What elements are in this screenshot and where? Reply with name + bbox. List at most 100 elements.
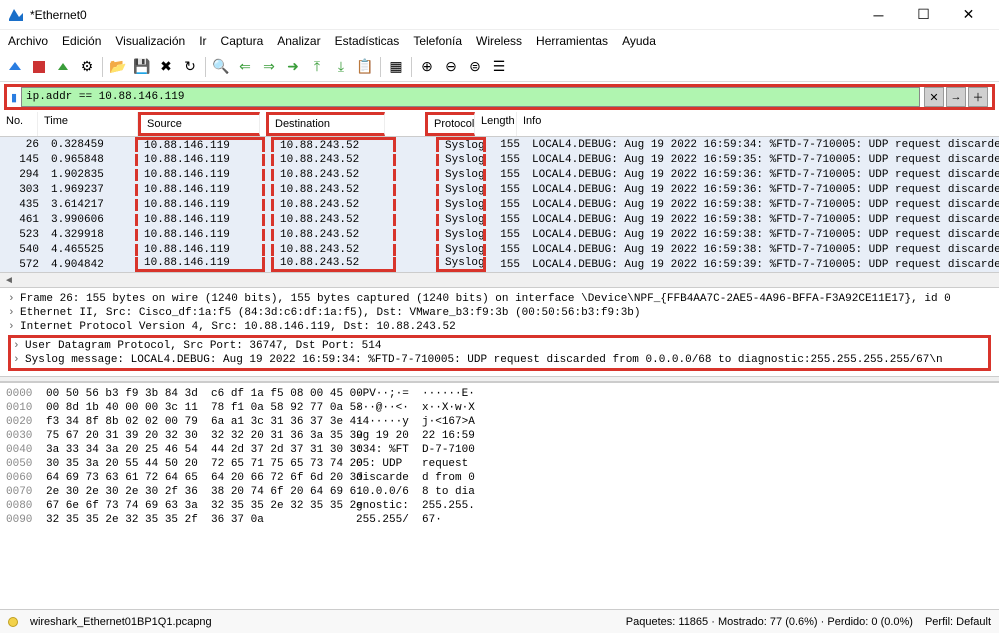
display-filter-input[interactable]	[21, 87, 920, 107]
status-bar: wireshark_Ethernet01BP1Q1.pcapng Paquete…	[0, 609, 999, 633]
packet-row[interactable]: 3031.96923710.88.146.11910.88.243.52Sysl…	[0, 182, 999, 197]
filter-clear-button[interactable]: ✕	[924, 87, 944, 107]
hex-row[interactable]: 000000 50 56 b3 f9 3b 84 3d c6 df 1a f5 …	[6, 387, 993, 401]
packet-bytes-pane[interactable]: 000000 50 56 b3 f9 3b 84 3d c6 df 1a f5 …	[0, 382, 999, 609]
menu-estadisticas[interactable]: Estadísticas	[335, 34, 400, 48]
cell-protocol: Syslog	[436, 184, 486, 196]
filter-apply-button[interactable]: →	[946, 87, 966, 107]
packet-row[interactable]: 5404.46552510.88.146.11910.88.243.52Sysl…	[0, 242, 999, 257]
go-last-icon[interactable]: ⤓	[330, 56, 352, 78]
packet-list[interactable]: 260.32845910.88.146.11910.88.243.52Syslo…	[0, 137, 999, 272]
go-first-icon[interactable]: ⤒	[306, 56, 328, 78]
packet-row[interactable]: 1450.96584810.88.146.11910.88.243.52Sysl…	[0, 152, 999, 167]
zoom-reset-icon[interactable]: ⊜	[464, 56, 486, 78]
packet-row[interactable]: 5724.90484210.88.146.11910.88.243.52Sysl…	[0, 257, 999, 272]
col-source[interactable]: Source	[138, 112, 260, 136]
find-packet-icon[interactable]: 🔍	[210, 56, 232, 78]
hex-row[interactable]: 0020f3 34 8f 8b 02 02 00 79 6a a1 3c 31 …	[6, 415, 993, 429]
cell-no: 145	[0, 154, 45, 166]
open-file-icon[interactable]: 📂	[107, 56, 129, 78]
hex-row[interactable]: 001000 8d 1b 40 00 00 3c 11 78 f1 0a 58 …	[6, 401, 993, 415]
save-file-icon[interactable]: 💾	[131, 56, 153, 78]
hex-row[interactable]: 003075 67 20 31 39 20 32 30 32 32 20 31 …	[6, 429, 993, 443]
cell-destination: 10.88.243.52	[271, 199, 396, 211]
capture-options-icon[interactable]: ⚙	[76, 56, 98, 78]
packet-row[interactable]: 260.32845910.88.146.11910.88.243.52Syslo…	[0, 137, 999, 152]
hscrollbar[interactable]: ◄►	[0, 272, 999, 288]
colorize-icon[interactable]: ▦	[385, 56, 407, 78]
cell-destination: 10.88.243.52	[271, 154, 396, 166]
packet-details-pane[interactable]: ›Frame 26: 155 bytes on wire (1240 bits)…	[0, 288, 999, 376]
start-capture-icon[interactable]	[4, 56, 26, 78]
col-destination[interactable]: Destination	[266, 112, 385, 136]
auto-scroll-icon[interactable]: 📋	[354, 56, 376, 78]
detail-frame: ›Frame 26: 155 bytes on wire (1240 bits)…	[8, 292, 991, 306]
cell-info: LOCAL4.DEBUG: Aug 19 2022 16:59:38: %FTD…	[526, 244, 999, 256]
menu-ayuda[interactable]: Ayuda	[622, 34, 656, 48]
title-bar: *Ethernet0 ─ ☐ ✕	[0, 0, 999, 30]
resize-columns-icon[interactable]: ☰	[488, 56, 510, 78]
col-info[interactable]: Info	[517, 112, 999, 136]
cell-info: LOCAL4.DEBUG: Aug 19 2022 16:59:36: %FTD…	[526, 169, 999, 181]
filter-add-button[interactable]: ＋	[968, 87, 988, 107]
cell-length: 155	[486, 184, 526, 196]
go-back-icon[interactable]: ⇐	[234, 56, 256, 78]
hex-row[interactable]: 009032 35 35 2e 32 35 35 2f 36 37 0a 255…	[6, 513, 993, 527]
packet-row[interactable]: 4353.61421710.88.146.11910.88.243.52Sysl…	[0, 197, 999, 212]
close-file-icon[interactable]: ✖	[155, 56, 177, 78]
expert-info-icon[interactable]	[8, 617, 18, 627]
packet-row[interactable]: 2941.90283510.88.146.11910.88.243.52Sysl…	[0, 167, 999, 182]
restart-capture-icon[interactable]	[52, 56, 74, 78]
cell-protocol: Syslog	[436, 244, 486, 256]
cell-length: 155	[486, 229, 526, 241]
go-to-packet-icon[interactable]: ➜	[282, 56, 304, 78]
maximize-button[interactable]: ☐	[901, 0, 946, 30]
status-profile[interactable]: Perfil: Default	[925, 616, 991, 628]
cell-time: 4.329918	[45, 229, 135, 241]
hex-row[interactable]: 008067 6e 6f 73 74 69 63 3a 32 35 35 2e …	[6, 499, 993, 513]
cell-no: 461	[0, 214, 45, 226]
cell-source: 10.88.146.119	[135, 244, 265, 256]
hex-row[interactable]: 00403a 33 34 3a 20 25 46 54 44 2d 37 2d …	[6, 443, 993, 457]
packet-row[interactable]: 5234.32991810.88.146.11910.88.243.52Sysl…	[0, 227, 999, 242]
zoom-in-icon[interactable]: ⊕	[416, 56, 438, 78]
col-length[interactable]: Length	[475, 112, 517, 136]
menu-wireless[interactable]: Wireless	[476, 34, 522, 48]
menu-herramientas[interactable]: Herramientas	[536, 34, 608, 48]
go-forward-icon[interactable]: ⇒	[258, 56, 280, 78]
cell-length: 155	[486, 259, 526, 271]
menu-edicion[interactable]: Edición	[62, 34, 101, 48]
hex-row[interactable]: 006064 69 73 63 61 72 64 65 64 20 66 72 …	[6, 471, 993, 485]
col-protocol[interactable]: Protocol	[425, 112, 475, 136]
stop-capture-icon[interactable]	[28, 56, 50, 78]
reload-icon[interactable]: ↻	[179, 56, 201, 78]
cell-time: 0.965848	[45, 154, 135, 166]
menu-archivo[interactable]: Archivo	[8, 34, 48, 48]
cell-destination: 10.88.243.52	[271, 229, 396, 241]
detail-highlighted-block: ›User Datagram Protocol, Src Port: 36747…	[8, 335, 991, 371]
cell-destination: 10.88.243.52	[271, 184, 396, 196]
menu-ir[interactable]: Ir	[199, 34, 206, 48]
minimize-button[interactable]: ─	[856, 0, 901, 30]
status-file[interactable]: wireshark_Ethernet01BP1Q1.pcapng	[30, 616, 614, 628]
col-time[interactable]: Time	[38, 112, 138, 136]
menu-visualizacion[interactable]: Visualización	[115, 34, 185, 48]
cell-destination: 10.88.243.52	[271, 137, 396, 152]
close-button[interactable]: ✕	[946, 0, 991, 30]
cell-length: 155	[486, 169, 526, 181]
bookmark-icon[interactable]: ▮	[11, 91, 17, 104]
menu-captura[interactable]: Captura	[221, 34, 264, 48]
cell-length: 155	[486, 199, 526, 211]
col-no[interactable]: No.	[0, 112, 38, 136]
cell-time: 3.990606	[45, 214, 135, 226]
packet-row[interactable]: 4613.99060610.88.146.11910.88.243.52Sysl…	[0, 212, 999, 227]
cell-protocol: Syslog	[436, 169, 486, 181]
cell-no: 523	[0, 229, 45, 241]
menu-analizar[interactable]: Analizar	[277, 34, 320, 48]
hex-row[interactable]: 00702e 30 2e 30 2e 30 2f 36 38 20 74 6f …	[6, 485, 993, 499]
hex-row[interactable]: 005030 35 3a 20 55 44 50 20 72 65 71 75 …	[6, 457, 993, 471]
status-packets: Paquetes: 11865 · Mostrado: 77 (0.6%) · …	[626, 616, 913, 628]
zoom-out-icon[interactable]: ⊖	[440, 56, 462, 78]
cell-length: 155	[486, 139, 526, 151]
menu-telefonia[interactable]: Telefonía	[413, 34, 462, 48]
